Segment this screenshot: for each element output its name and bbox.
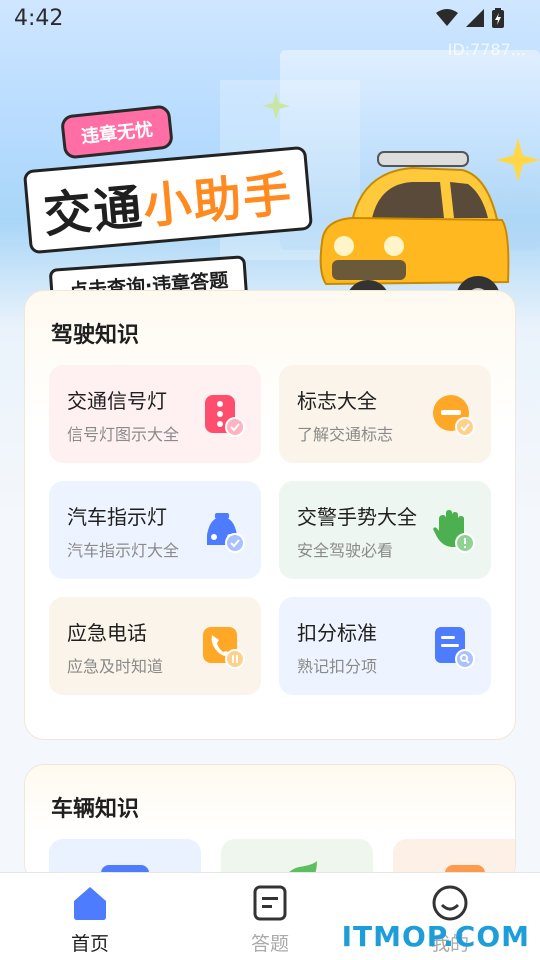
profile-icon [432,885,468,921]
tile-title: 标志大全 [297,389,377,413]
star-icon [262,92,290,120]
wifi-icon [436,9,458,26]
vehicle-knowledge-card: 车辆知识 [24,764,516,884]
document-search-icon [435,627,475,669]
tab-home[interactable]: 首页 [20,881,160,957]
tile-subtitle: 应急及时知道 [67,657,164,676]
banner-title-main: 交通 [41,179,146,244]
tile-police-gesture[interactable]: 交警手势大全 安全驾驶必看 [279,481,491,579]
tile-title: 应急电话 [67,621,147,645]
tile-title: 扣分标准 [297,621,377,645]
tile-traffic-signs[interactable]: 标志大全 了解交通标志 [279,365,491,463]
banner-title-accent: 小助手 [141,166,296,236]
tab-quiz[interactable]: 答题 [200,881,340,957]
tile-title: 交警手势大全 [297,505,417,529]
tile-subtitle: 汽车指示灯大全 [67,541,180,560]
driving-knowledge-title: 驾驶知识 [51,323,140,348]
sign-icon [433,395,475,437]
quiz-icon [253,885,287,921]
car-illustration-icon [319,151,510,300]
signal-icon [466,9,484,27]
status-bar: 4:42 [0,0,540,40]
traffic-light-icon [205,395,245,437]
car-indicator-icon [207,513,245,553]
tile-title: 交通信号灯 [67,389,167,413]
tile-subtitle: 熟记扣分项 [297,657,378,676]
banner-badge: 违章无忧 [60,104,174,160]
tile-subtitle: 信号灯图示大全 [67,425,180,444]
vehicle-knowledge-title: 车辆知识 [51,797,140,822]
tile-subtitle: 安全驾驶必看 [297,541,394,560]
tile-traffic-light[interactable]: 交通信号灯 信号灯图示大全 [49,365,261,463]
battery-icon [492,8,504,28]
tile-emergency-phone[interactable]: 应急电话 应急及时知道 [49,597,261,695]
tab-label: 答题 [250,933,289,955]
tab-label: 首页 [70,933,109,955]
status-icons [436,8,504,28]
home-icon [74,887,106,920]
tile-point-deduction[interactable]: 扣分标准 熟记扣分项 [279,597,491,695]
tile-title: 汽车指示灯 [67,505,167,529]
watermark: ITMOP.COM [341,920,530,953]
hand-gesture-icon [433,510,475,553]
driving-knowledge-card: 驾驶知识 交通信号灯 信号灯图示大全 标志大全 了解交通标志 汽车指示灯 汽车指… [24,290,516,740]
tile-subtitle: 了解交通标志 [297,425,394,444]
banner[interactable]: 违章无忧 交通小助手 点击查询·违章答题 [0,40,540,300]
phone-icon [203,627,245,669]
status-time: 4:42 [14,6,64,31]
tile-car-indicator[interactable]: 汽车指示灯 汽车指示灯大全 [49,481,261,579]
